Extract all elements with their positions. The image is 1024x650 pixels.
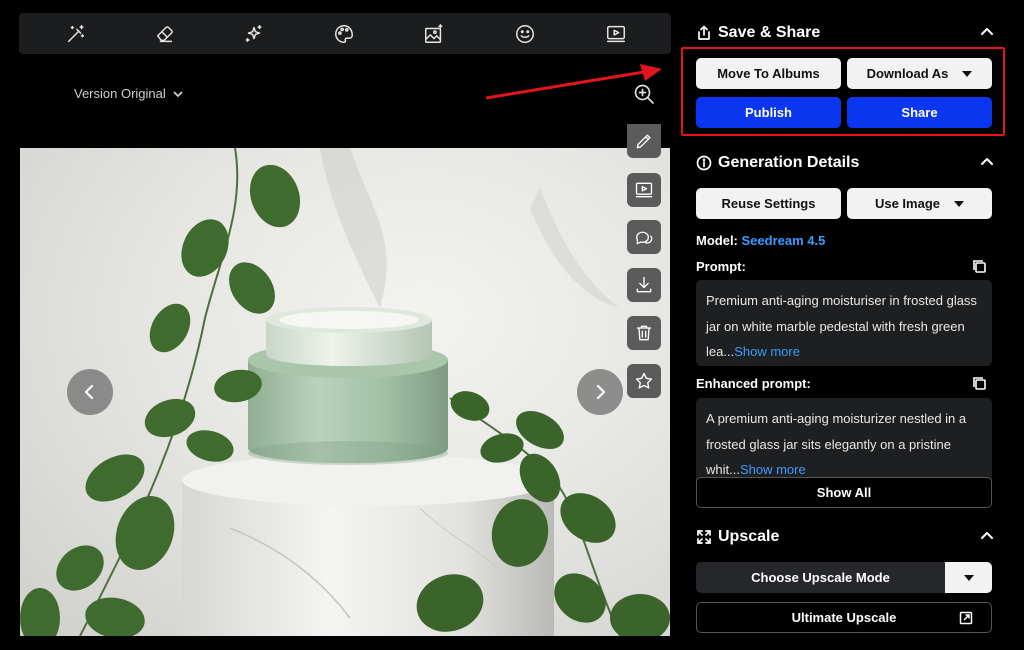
reuse-settings-label: Reuse Settings — [721, 196, 816, 211]
enhanced-show-more-link[interactable]: Show more — [740, 462, 806, 477]
chevron-up-icon[interactable] — [980, 155, 996, 171]
prompt-show-more-link[interactable]: Show more — [734, 344, 800, 359]
enhanced-prompt-label: Enhanced prompt: — [696, 376, 811, 391]
enhanced-prompt-box: A premium anti-aging moisturizer nestled… — [696, 398, 992, 484]
upscale-mode-select[interactable]: Choose Upscale Mode — [696, 562, 992, 593]
previous-image-button[interactable] — [67, 369, 113, 415]
download-as-label: Download As — [866, 66, 949, 81]
version-selector[interactable]: Version Original — [74, 86, 184, 101]
ultimate-upscale-button[interactable]: Ultimate Upscale — [696, 602, 992, 633]
image-sparkle-icon[interactable] — [421, 21, 447, 47]
move-to-albums-label: Move To Albums — [717, 66, 820, 81]
sparkles-icon[interactable] — [241, 21, 267, 47]
model-value[interactable]: Seedream 4.5 — [742, 233, 826, 248]
download-as-button[interactable]: Download As — [847, 58, 992, 89]
trash-icon[interactable] — [627, 316, 661, 350]
share-button[interactable]: Share — [847, 97, 992, 128]
external-link-icon — [959, 611, 973, 625]
chat-icon[interactable] — [627, 220, 661, 254]
product-photo — [20, 148, 670, 636]
download-icon[interactable] — [627, 268, 661, 302]
use-image-label: Use Image — [874, 196, 941, 211]
chevron-up-icon[interactable] — [980, 25, 996, 41]
version-label: Version Original — [74, 86, 166, 101]
magic-wand-icon[interactable] — [63, 21, 89, 47]
ultimate-upscale-label: Ultimate Upscale — [791, 610, 897, 625]
publish-label: Publish — [745, 105, 792, 120]
save-share-title: Save & Share — [718, 24, 821, 41]
show-all-label: Show All — [816, 485, 872, 500]
model-label: Model: — [696, 233, 738, 248]
upscale-header: Upscale — [696, 528, 779, 546]
chevron-up-icon[interactable] — [980, 529, 996, 545]
palette-icon[interactable] — [331, 21, 357, 47]
prompt-box: Premium anti-aging moisturiser in froste… — [696, 280, 992, 366]
editing-toolbar — [19, 13, 671, 54]
caret-down-icon — [963, 574, 974, 581]
show-all-button[interactable]: Show All — [696, 477, 992, 508]
details-panel: Save & Share Move To Albums Download As … — [684, 0, 1024, 650]
reuse-settings-button[interactable]: Reuse Settings — [696, 188, 841, 219]
info-icon — [696, 155, 712, 171]
share-icon — [698, 25, 710, 40]
publish-button[interactable]: Publish — [696, 97, 841, 128]
move-to-albums-button[interactable]: Move To Albums — [696, 58, 841, 89]
video-play-icon[interactable] — [603, 21, 629, 47]
caret-down-icon — [962, 70, 973, 77]
pencil-icon[interactable] — [627, 124, 661, 158]
star-icon[interactable] — [627, 364, 661, 398]
expand-icon — [697, 530, 711, 544]
upscale-title: Upscale — [718, 528, 780, 545]
generation-details-header: Generation Details — [696, 154, 859, 172]
chevron-left-icon — [84, 384, 94, 400]
generation-details-title: Generation Details — [718, 154, 860, 171]
video-icon[interactable] — [627, 173, 661, 207]
prompt-label: Prompt: — [696, 259, 746, 274]
generated-image — [20, 148, 670, 636]
upscale-mode-dropdown[interactable] — [945, 562, 992, 593]
save-share-header: Save & Share — [696, 24, 820, 42]
model-line: Model: Seedream 4.5 — [696, 233, 825, 248]
caret-down-icon — [954, 200, 965, 207]
annotation-arrow — [485, 64, 662, 100]
eraser-icon[interactable] — [152, 21, 178, 47]
upscale-mode-label: Choose Upscale Mode — [751, 570, 890, 585]
chevron-right-icon — [596, 384, 606, 400]
smiley-icon[interactable] — [512, 21, 538, 47]
share-label: Share — [901, 105, 938, 120]
chevron-down-icon — [173, 90, 183, 97]
copy-icon[interactable] — [972, 376, 987, 391]
next-image-button[interactable] — [577, 369, 623, 415]
copy-icon[interactable] — [972, 259, 987, 274]
use-image-button[interactable]: Use Image — [847, 188, 992, 219]
